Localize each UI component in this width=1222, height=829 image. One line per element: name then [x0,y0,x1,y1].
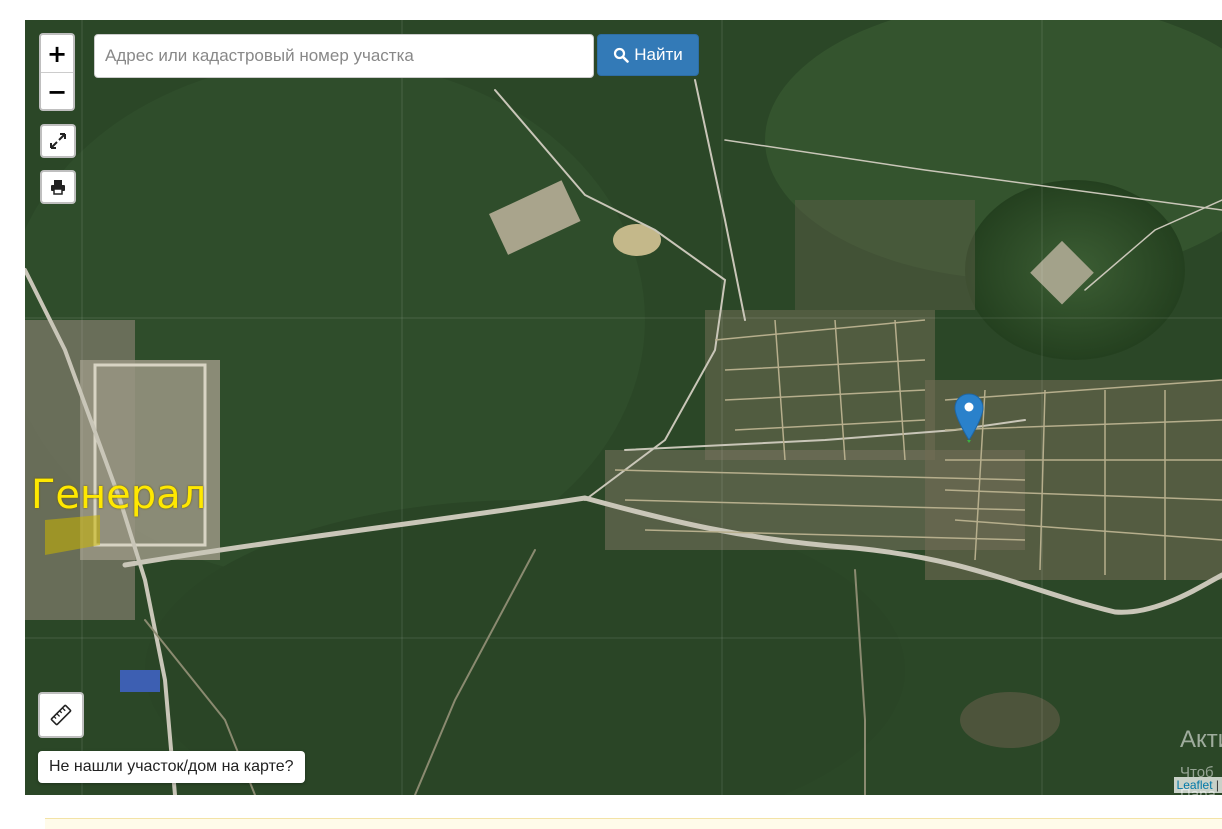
attribution: Leaflet | [1173,777,1222,793]
map-marker[interactable] [954,392,984,449]
fullscreen-button[interactable] [40,124,76,158]
search-button[interactable]: Найти [597,34,699,76]
measure-button[interactable] [38,692,84,738]
search-input[interactable] [94,34,594,78]
search-icon [614,47,630,63]
zoom-control: + − [39,33,75,111]
fullscreen-icon [50,133,66,149]
zoom-in-button[interactable]: + [41,35,73,73]
satellite-imagery[interactable] [25,20,1222,795]
windows-activation-title: Акти [1180,726,1222,753]
ruler-icon [50,704,72,726]
search-button-label: Найти [634,45,683,64]
attribution-separator: | [1212,778,1219,792]
map-marker-icon [954,393,984,443]
zoom-out-button[interactable]: − [41,73,73,109]
leaflet-link[interactable]: Leaflet [1177,778,1213,792]
place-label: Генерал [31,472,207,518]
print-button[interactable] [40,170,76,204]
print-icon [51,180,65,195]
map-viewport[interactable]: + − Найти Генерал [25,20,1222,795]
not-found-button[interactable]: Не нашли участок/дом на карте? [38,751,305,783]
